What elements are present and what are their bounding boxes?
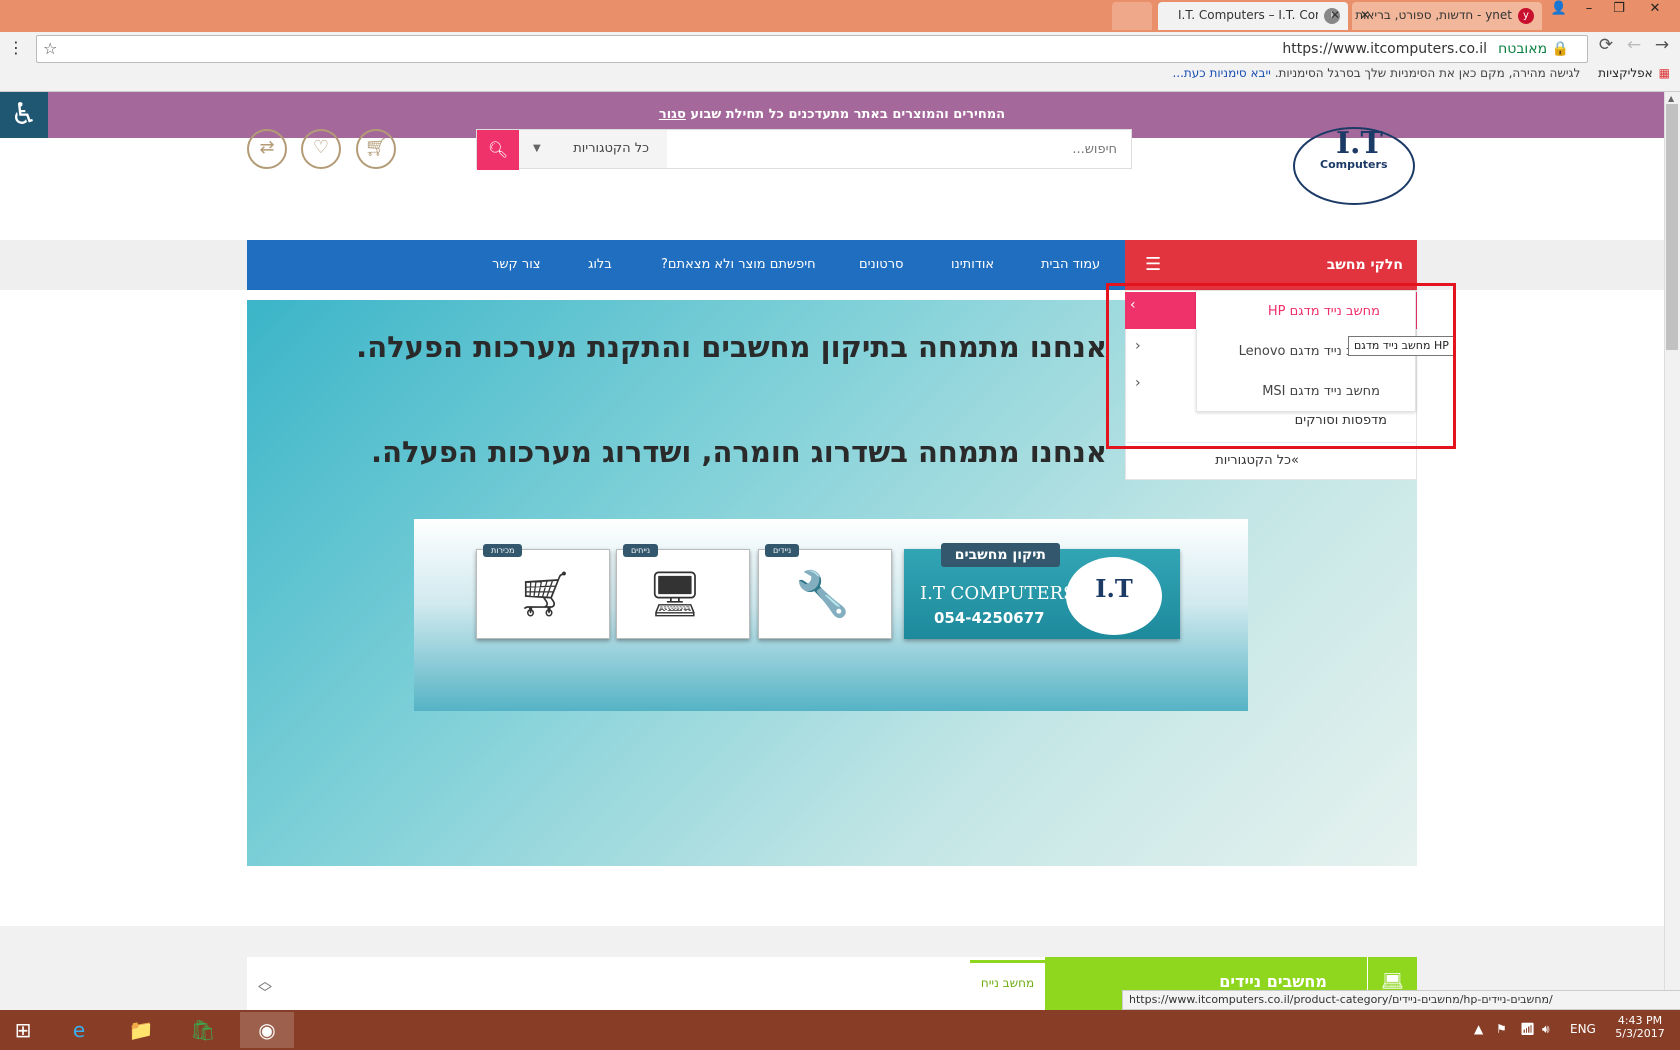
scrollbar-thumb[interactable]	[1666, 104, 1678, 350]
site-logo[interactable]: I.T Computers	[1284, 120, 1416, 212]
search-icon: 🔍︎	[487, 140, 509, 159]
restore-icon[interactable]: ❐	[1604, 0, 1634, 20]
nav-item-blog[interactable]: בלוג	[588, 240, 612, 290]
browser-toolbar: ⋮ ☆ https://www.itcomputers.co.il 🔒 מאוב…	[0, 32, 1680, 92]
category-select[interactable]: כל הקטגוריות ▼	[519, 130, 667, 168]
hero-line-2: אנחנו מתמחה בשדרוג חומרה, ושדרוג מערכות …	[371, 435, 1107, 469]
cart-icon: 🛒︎	[364, 137, 388, 158]
back-icon[interactable]: →	[1648, 35, 1676, 59]
compare-button[interactable]: ⇄	[247, 129, 287, 169]
volume-icon[interactable]: 🔊︎	[1542, 1022, 1550, 1037]
new-tab-button[interactable]	[1112, 2, 1152, 30]
shopping-cart-icon: 🛒︎	[517, 569, 573, 620]
forward-icon[interactable]: ←	[1620, 35, 1648, 59]
close-tab-icon[interactable]: ✕	[1360, 8, 1370, 22]
import-bookmarks-link[interactable]: ייבא סימניות כעת...	[1172, 66, 1270, 80]
profile-icon[interactable]: 👤	[1544, 0, 1574, 20]
chrome-taskbar-icon[interactable]: ◉	[240, 1012, 294, 1048]
caret-down-icon: ▼	[533, 143, 541, 154]
nav-item-about[interactable]: אודותינו	[951, 240, 994, 290]
company-seal: I.T	[1066, 557, 1162, 635]
cart-button[interactable]: 🛒︎	[356, 129, 396, 169]
clock[interactable]: 4:43 PM 5/3/2017	[1610, 1014, 1670, 1040]
secure-label: מאובטח	[1498, 41, 1548, 57]
apps-grid-icon[interactable]: ▦	[1659, 66, 1670, 80]
card-desktops[interactable]: נייחים 🖥︎	[616, 544, 750, 639]
search-input[interactable]	[671, 130, 1131, 168]
close-tab-icon[interactable]: ✕	[1330, 8, 1340, 22]
windows-start-icon[interactable]: ⊞	[2, 1012, 44, 1048]
tab-ynet[interactable]: y ynet - חדשות, ספורט, בריאות ✕	[1352, 2, 1542, 30]
highlight-annotation-box	[1106, 283, 1456, 449]
wishlist-button[interactable]: ♡	[301, 129, 341, 169]
status-bar-url: https://www.itcomputers.co.il/product-ca…	[1122, 990, 1680, 1010]
accessibility-icon[interactable]: ♿	[0, 92, 48, 138]
heart-icon: ♡	[312, 137, 330, 158]
desktop-computer-icon: 🖥︎	[647, 569, 703, 620]
reload-icon[interactable]: ⟳	[1592, 35, 1620, 59]
compare-icon: ⇄	[259, 137, 275, 158]
ynet-favicon-icon: y	[1518, 8, 1534, 24]
search-button[interactable]: 🔍︎	[477, 130, 519, 170]
menu-dots-icon[interactable]: ⋮	[8, 38, 24, 57]
nav-item-videos[interactable]: סרטונים	[859, 240, 903, 290]
hero-line-1: אנחנו מתמחה בתיקון מחשבים והתקנת מערכות …	[356, 330, 1107, 364]
close-window-icon[interactable]: ✕	[1640, 0, 1670, 20]
minimize-icon[interactable]: –	[1574, 0, 1604, 20]
scroll-up-icon[interactable]: ▲	[1668, 94, 1674, 103]
card-sales[interactable]: מכירות 🛒︎	[476, 544, 610, 639]
nav-item-request[interactable]: חיפשתם מוצר ולא מצאתם?	[661, 240, 816, 290]
bookmarks-bar: ▦אפליקציות לגישה מהירה, מקם כאן את הסימנ…	[1172, 66, 1670, 80]
tray-flag-icon[interactable]: ⚑	[1496, 1022, 1507, 1036]
store-icon[interactable]: 🛍︎	[182, 1012, 224, 1048]
browser-titlebar: y ynet - חדשות, ספורט, בריאות ✕ I I.T. C…	[0, 0, 1680, 32]
tab-itcomputers[interactable]: I I.T. Computers – I.T. Com ✕	[1158, 2, 1348, 30]
card-laptops[interactable]: ניידים 🔧	[758, 544, 892, 639]
tray-expand-icon[interactable]: ▲	[1474, 1022, 1483, 1036]
lock-icon: 🔒	[1551, 41, 1569, 57]
promo-banner[interactable]: מכירות 🛒︎ נייחים 🖥︎ ניידים 🔧 תיקון מחשבי…	[414, 519, 1248, 711]
file-explorer-icon[interactable]: 📁	[120, 1012, 162, 1048]
carousel-updown-arrows[interactable]: ︿ ﹀	[258, 975, 272, 1001]
star-bookmark-icon[interactable]: ☆	[43, 39, 57, 58]
notice-close-link[interactable]: סגור	[659, 107, 686, 122]
nav-item-contact[interactable]: צור קשר	[492, 240, 541, 290]
laptop-tools-icon: 🔧	[795, 569, 850, 620]
network-icon[interactable]: 📶︎	[1520, 1022, 1535, 1036]
language-indicator[interactable]: ENG	[1570, 1022, 1596, 1036]
apps-link[interactable]: אפליקציות	[1598, 66, 1653, 80]
internet-explorer-icon[interactable]: e	[58, 1012, 100, 1048]
search-bar: 🔍︎ כל הקטגוריות ▼	[476, 129, 1132, 170]
subtab-desktop[interactable]: מחשב נייח	[970, 960, 1045, 1004]
card-company[interactable]: תיקון מחשבים I.T COMPUTERS 054-4250677 I…	[904, 543, 1180, 639]
nav-item-home[interactable]: עמוד הבית	[1041, 240, 1100, 290]
address-bar[interactable]: ☆ https://www.itcomputers.co.il 🔒 מאובטח	[36, 35, 1588, 63]
